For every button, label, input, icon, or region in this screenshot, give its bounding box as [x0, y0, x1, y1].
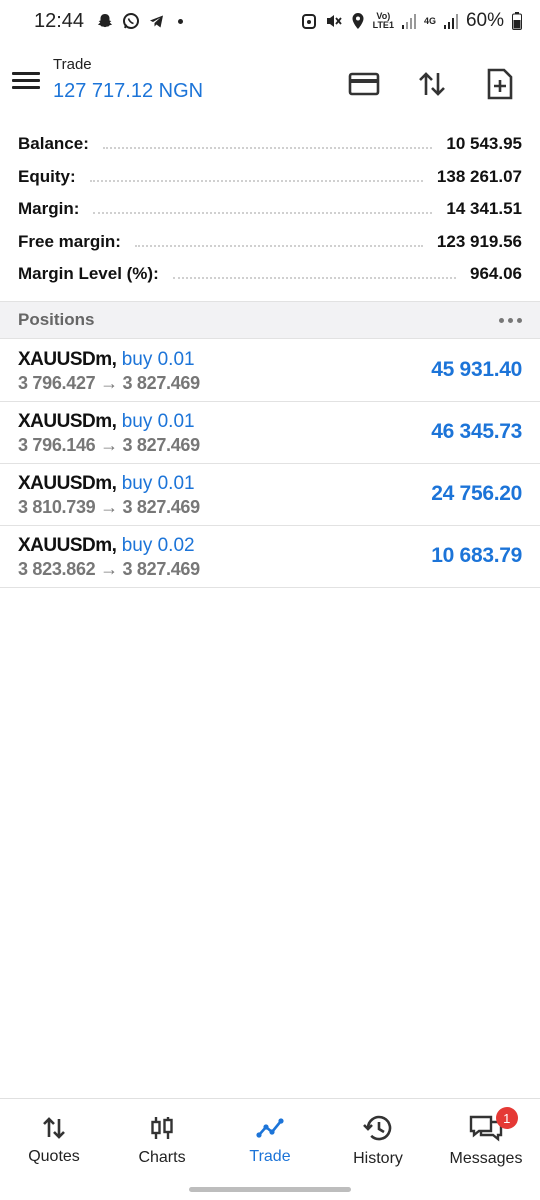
status-time: 12:44	[34, 9, 85, 32]
page-title: Trade	[53, 56, 92, 73]
position-prices: 3 796.427 → 3 827.469	[18, 373, 200, 393]
nav-history-label: History	[353, 1150, 403, 1167]
history-icon	[363, 1115, 392, 1141]
bottom-nav: Quotes Charts Trade History Messages 1	[0, 1098, 540, 1183]
menu-icon[interactable]	[12, 68, 40, 98]
position-prices: 3 823.862 → 3 827.469	[18, 559, 200, 579]
position-profit: 46 345.73	[431, 420, 522, 443]
location-icon	[351, 12, 365, 30]
summary-row-free-margin: Free margin: 123 919.56	[18, 231, 522, 251]
status-bar: 12:44 Vo) LTE1 4G 60%	[0, 0, 540, 42]
volte-icon: Vo) LTE1	[372, 11, 394, 30]
position-row[interactable]: XAUUSDm, buy 0.02 3 823.862 → 3 827.469 …	[0, 526, 540, 588]
messages-badge: 1	[495, 1107, 518, 1129]
nav-trade[interactable]: Trade	[216, 1099, 324, 1183]
nav-trade-label: Trade	[249, 1148, 291, 1165]
nav-messages-label: Messages	[449, 1150, 523, 1167]
alarm-icon	[301, 12, 317, 30]
summary-row-equity: Equity: 138 261.07	[18, 166, 522, 186]
position-symbol: XAUUSDm,	[18, 535, 117, 556]
account-summary: Balance: 10 543.95 Equity: 138 261.07 Ma…	[0, 128, 540, 291]
notification-dot-icon	[178, 18, 184, 24]
positions-title: Positions	[18, 310, 95, 329]
nav-quotes-label: Quotes	[28, 1148, 80, 1165]
position-row[interactable]: XAUUSDm, buy 0.01 3 810.739 → 3 827.469 …	[0, 464, 540, 526]
position-prices: 3 796.146 → 3 827.469	[18, 435, 200, 455]
summary-row-margin-level: Margin Level (%): 964.06	[18, 264, 522, 284]
signal-1-icon	[401, 13, 416, 29]
position-row[interactable]: XAUUSDm, buy 0.01 3 796.146 → 3 827.469 …	[0, 402, 540, 464]
position-profit: 24 756.20	[431, 482, 522, 505]
position-symbol: XAUUSDm,	[18, 349, 117, 370]
position-side: buy 0.01	[121, 349, 195, 370]
telegram-icon	[148, 12, 166, 30]
nav-charts-label: Charts	[138, 1149, 186, 1166]
more-options-icon[interactable]	[499, 317, 522, 323]
summary-row-balance: Balance: 10 543.95	[18, 134, 522, 154]
app-header: Trade 127 717.12 NGN	[0, 50, 540, 120]
nav-history[interactable]: History	[324, 1099, 432, 1183]
new-order-icon[interactable]	[478, 62, 522, 106]
summary-row-margin: Margin: 14 341.51	[18, 199, 522, 219]
position-profit: 45 931.40	[431, 358, 522, 381]
position-profit: 10 683.79	[431, 544, 522, 567]
position-symbol: XAUUSDm,	[18, 473, 117, 494]
snapchat-icon	[96, 12, 114, 30]
position-side: buy 0.02	[121, 535, 195, 556]
nav-messages[interactable]: Messages 1	[432, 1099, 540, 1183]
positions-header: Positions	[0, 301, 540, 339]
sort-order-icon[interactable]	[410, 62, 454, 106]
data-4g-icon: 4G	[423, 15, 436, 26]
battery-percent: 60%	[465, 10, 504, 31]
account-equity: 127 717.12 NGN	[53, 80, 204, 102]
battery-icon	[512, 12, 522, 30]
nav-quotes[interactable]: Quotes	[0, 1099, 108, 1183]
home-indicator[interactable]	[189, 1187, 351, 1192]
trade-icon	[256, 1118, 284, 1138]
mute-icon	[325, 12, 343, 30]
signal-2-icon	[443, 13, 458, 29]
positions-list: XAUUSDm, buy 0.01 3 796.427 → 3 827.469 …	[0, 340, 540, 588]
whatsapp-icon	[122, 12, 140, 30]
position-side: buy 0.01	[121, 411, 195, 432]
position-symbol: XAUUSDm,	[18, 411, 117, 432]
charts-icon	[151, 1117, 173, 1139]
quotes-icon	[43, 1117, 65, 1139]
nav-charts[interactable]: Charts	[108, 1099, 216, 1183]
deposit-card-icon[interactable]	[342, 62, 386, 106]
position-row[interactable]: XAUUSDm, buy 0.01 3 796.427 → 3 827.469 …	[0, 340, 540, 402]
position-prices: 3 810.739 → 3 827.469	[18, 497, 200, 517]
position-side: buy 0.01	[121, 473, 195, 494]
